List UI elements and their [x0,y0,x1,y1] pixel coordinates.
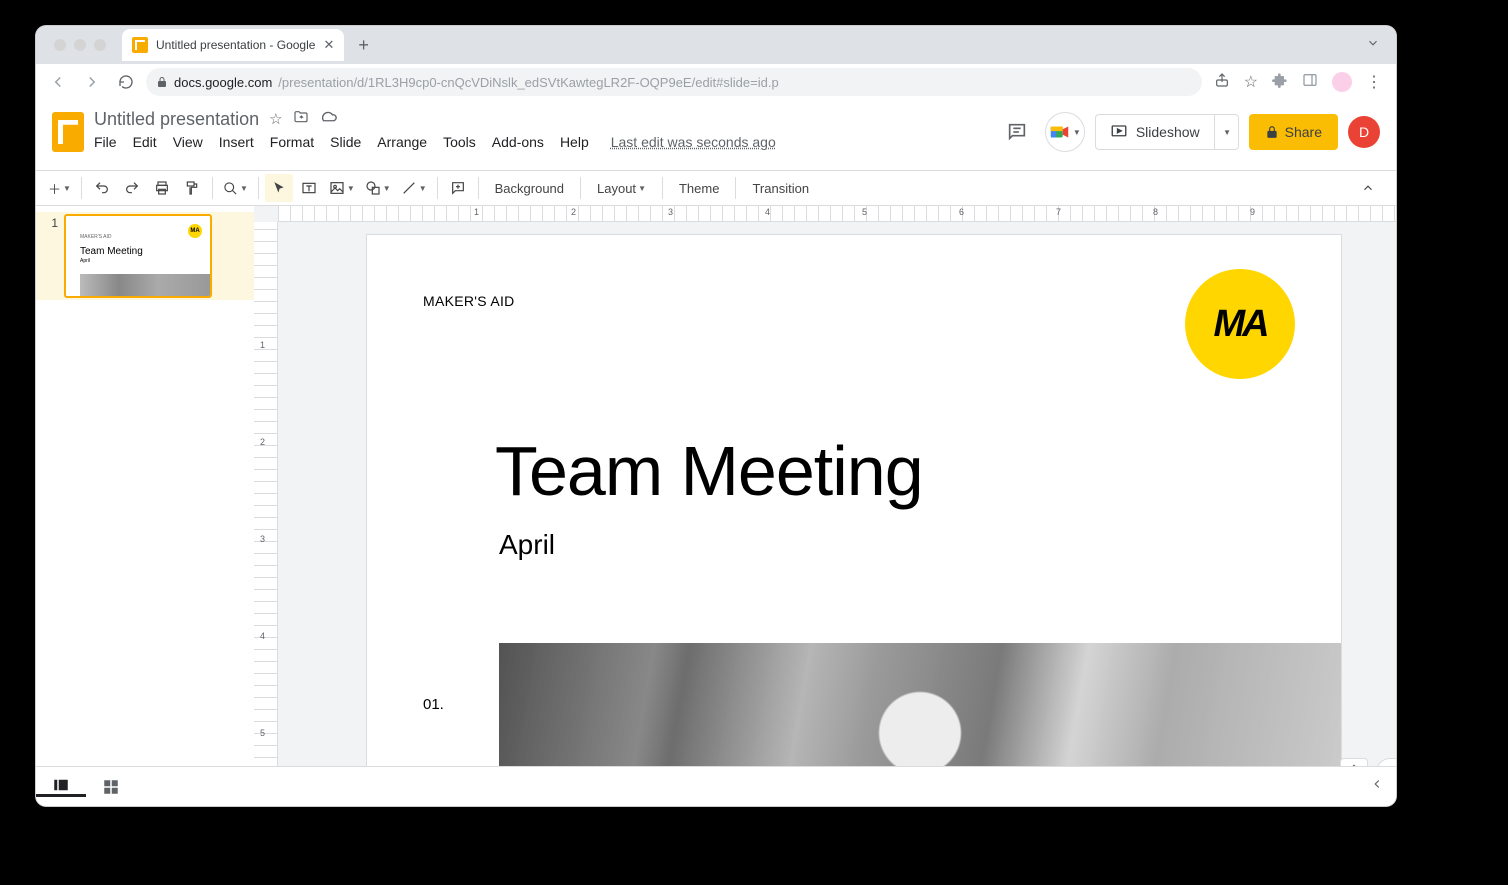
thumb-logo-icon: MA [188,224,202,238]
menu-addons[interactable]: Add-ons [492,134,544,150]
menu-bar: File Edit View Insert Format Slide Arran… [94,134,989,150]
toolbar: ＋▼ ▼ ▼ ▼ ▼ Background Layout▼ Theme Tran… [36,170,1396,206]
back-button[interactable] [44,68,72,96]
slide-logo-badge[interactable]: MA [1185,269,1295,379]
lock-icon [1265,125,1279,139]
select-tool[interactable] [265,174,293,202]
slideshow-dropdown[interactable]: ▼ [1215,114,1239,150]
move-folder-icon[interactable] [293,109,309,129]
slide-title[interactable]: Team Meeting [495,431,923,511]
min-dot-icon[interactable] [74,39,86,51]
extensions-icon[interactable] [1272,72,1288,93]
canvas-area[interactable]: 1 2 3 4 5 6 7 8 9 1 2 3 4 5 MAKER'S AID … [254,206,1396,806]
new-tab-button[interactable]: + [358,35,369,56]
browser-tab[interactable]: Untitled presentation - Google ✕ [122,29,344,61]
slide-thumbnail[interactable]: 1 MAKER'S AID MA Team Meeting April [36,212,254,300]
work-area: 1 MAKER'S AID MA Team Meeting April 1 2 … [36,206,1396,806]
slide-canvas[interactable]: MAKER'S AID MA Team Meeting April 01. [366,234,1342,794]
layout-button[interactable]: Layout▼ [587,174,656,202]
paint-format-button[interactable] [178,174,206,202]
bookmark-icon[interactable]: ☆ [1244,72,1258,92]
menu-slide[interactable]: Slide [330,134,361,150]
share-page-icon[interactable] [1214,72,1230,93]
forward-button[interactable] [78,68,106,96]
slide-subtitle[interactable]: April [499,529,555,561]
slide-page-number[interactable]: 01. [423,696,444,713]
meet-button[interactable]: ▼ [1045,112,1085,152]
undo-button[interactable] [88,174,116,202]
footer-collapse-button[interactable] [1358,777,1396,796]
window-traffic-lights[interactable] [44,39,116,51]
menu-view[interactable]: View [173,134,203,150]
footer-bar [36,766,1396,806]
filmstrip[interactable]: 1 MAKER'S AID MA Team Meeting April [36,206,254,806]
address-bar[interactable]: docs.google.com/presentation/d/1RL3H9cp0… [146,68,1202,96]
slideshow-button[interactable]: Slideshow [1095,114,1215,150]
menu-arrange[interactable]: Arrange [377,134,427,150]
slides-favicon-icon [132,37,148,53]
close-tab-icon[interactable]: ✕ [323,37,334,53]
lock-icon [156,76,168,88]
slideshow-label: Slideshow [1136,124,1200,140]
tab-title: Untitled presentation - Google [156,38,315,52]
menu-format[interactable]: Format [270,134,314,150]
print-button[interactable] [148,174,176,202]
menu-tools[interactable]: Tools [443,134,476,150]
menu-file[interactable]: File [94,134,117,150]
app-header: Untitled presentation ☆ File Edit View I… [36,100,1396,170]
comment-tool[interactable] [444,174,472,202]
account-avatar[interactable]: D [1348,116,1380,148]
slide-number: 1 [42,214,58,298]
transition-button[interactable]: Transition [742,174,819,202]
shape-tool[interactable]: ▼ [361,174,395,202]
browser-window: Untitled presentation - Google ✕ + docs.… [36,26,1396,806]
new-slide-button[interactable]: ＋▼ [44,174,75,202]
side-panel-icon[interactable] [1302,72,1318,93]
max-dot-icon[interactable] [94,39,106,51]
browser-menu-icon[interactable]: ⋮ [1366,72,1382,92]
theme-button[interactable]: Theme [669,174,729,202]
url-host: docs.google.com [174,75,272,90]
zoom-button[interactable]: ▼ [219,174,252,202]
close-dot-icon[interactable] [54,39,66,51]
comments-button[interactable] [999,114,1035,150]
address-bar-row: docs.google.com/presentation/d/1RL3H9cp0… [36,64,1396,100]
menu-help[interactable]: Help [560,134,589,150]
grid-view-button[interactable] [86,778,136,796]
menu-insert[interactable]: Insert [219,134,254,150]
star-icon[interactable]: ☆ [269,110,282,128]
share-label: Share [1285,124,1322,140]
filmstrip-view-button[interactable] [36,776,86,797]
image-tool[interactable]: ▼ [325,174,359,202]
hide-toolbar-button[interactable] [1354,174,1382,202]
ruler-vertical [254,222,278,806]
menu-edit[interactable]: Edit [133,134,157,150]
textbox-tool[interactable] [295,174,323,202]
profile-avatar-icon[interactable] [1332,72,1352,92]
background-button[interactable]: Background [485,174,574,202]
tab-strip: Untitled presentation - Google ✕ + [36,26,1396,64]
url-path: /presentation/d/1RL3H9cp0-cnQcVDiNslk_ed… [278,75,778,90]
slide-company-label[interactable]: MAKER'S AID [423,293,515,309]
tabs-chevron-icon[interactable] [1366,36,1380,55]
share-button[interactable]: Share [1249,114,1338,150]
cloud-status-icon[interactable] [319,108,337,130]
slides-logo-icon[interactable] [52,112,84,152]
thumbnail-preview[interactable]: MAKER'S AID MA Team Meeting April [64,214,212,298]
last-edit-link[interactable]: Last edit was seconds ago [611,134,776,150]
redo-button[interactable] [118,174,146,202]
line-tool[interactable]: ▼ [397,174,431,202]
document-title[interactable]: Untitled presentation [94,109,259,130]
reload-button[interactable] [112,68,140,96]
